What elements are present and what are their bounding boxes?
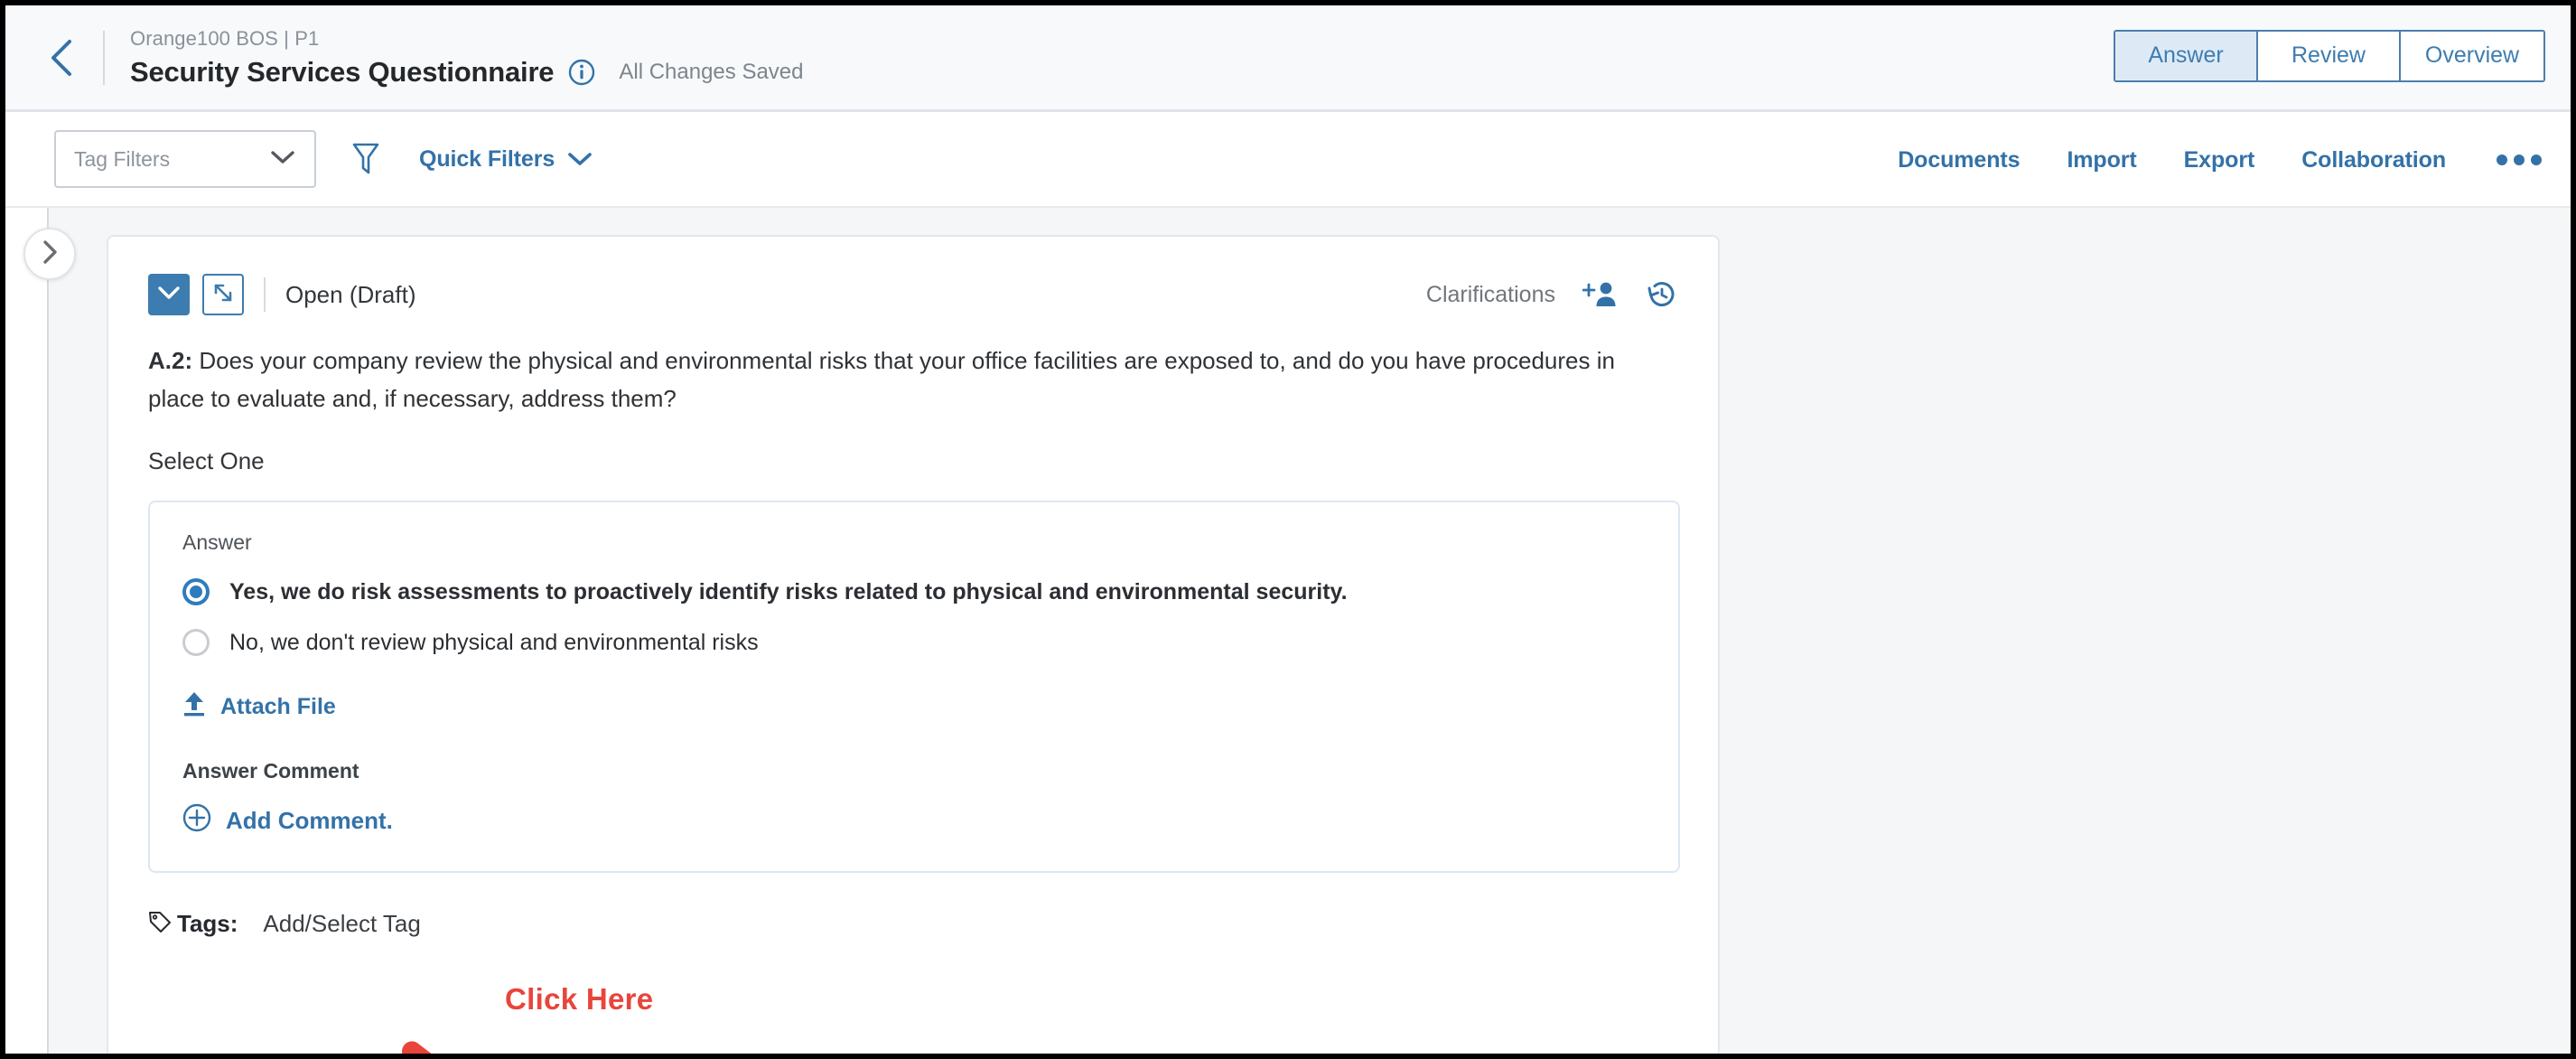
tag-filters-select[interactable]: Tag Filters <box>54 130 316 188</box>
radio-button-selected[interactable] <box>182 578 210 605</box>
funnel-filter-icon[interactable] <box>350 140 381 178</box>
chevron-left-icon <box>46 37 77 79</box>
app-header: Orange100 BOS | P1 Security Services Que… <box>5 5 2571 112</box>
tab-review[interactable]: Review <box>2258 32 2401 80</box>
answer-option-no[interactable]: No, we don't review physical and environ… <box>182 629 1646 656</box>
filter-toolbar: Tag Filters Quick Filters Documents Impo <box>5 112 2571 208</box>
toolbar-actions: Documents Import Export Collaboration <box>1898 112 2542 208</box>
quick-filters-dropdown[interactable]: Quick Filters <box>419 146 593 173</box>
export-link[interactable]: Export <box>2184 147 2255 173</box>
title-row: Security Services Questionnaire All Chan… <box>130 55 804 89</box>
tags-row: Tags: Add/Select Tag <box>148 909 1678 974</box>
info-circle-icon[interactable] <box>568 59 595 86</box>
back-button[interactable] <box>36 33 87 83</box>
answer-option-yes[interactable]: Yes, we do risk assessments to proactive… <box>182 578 1646 605</box>
import-link[interactable]: Import <box>2067 147 2136 173</box>
answer-box: Answer Yes, we do risk assessments to pr… <box>148 501 1680 873</box>
radio-button-unselected[interactable] <box>182 629 210 656</box>
question-number: A.2: <box>148 347 192 374</box>
attach-file-label: Attach File <box>220 693 336 720</box>
title-block: Orange100 BOS | P1 Security Services Que… <box>130 26 804 89</box>
attach-file-button[interactable]: Attach File <box>182 690 1646 722</box>
expand-question-button[interactable] <box>202 274 244 315</box>
chevron-down-icon <box>157 286 181 305</box>
history-clock-icon[interactable] <box>1646 279 1678 310</box>
upload-icon <box>182 690 206 722</box>
view-mode-tabs: Answer Review Overview <box>2114 30 2545 82</box>
select-instruction: Select One <box>148 446 1678 475</box>
question-card-header: Open (Draft) Clarifications <box>148 273 1678 316</box>
save-status: All Changes Saved <box>619 55 803 89</box>
question-status: Open (Draft) <box>285 280 416 309</box>
header-separator <box>264 277 266 312</box>
page-title: Security Services Questionnaire <box>130 55 554 89</box>
add-person-icon[interactable] <box>1582 280 1619 309</box>
content-area: Open (Draft) Clarifications <box>5 208 2571 1057</box>
left-rail <box>5 208 49 1057</box>
clarifications-label: Clarifications <box>1426 281 1555 308</box>
expand-diagonal-icon <box>210 280 236 310</box>
question-body: Does your company review the physical an… <box>148 347 1615 412</box>
sidebar-expand-button[interactable] <box>23 228 76 280</box>
breadcrumb: Orange100 BOS | P1 <box>130 26 804 52</box>
chevron-down-icon <box>567 151 593 167</box>
collapse-question-button[interactable] <box>148 274 190 315</box>
quick-filters-label: Quick Filters <box>419 146 555 173</box>
annotation-label: Click Here <box>505 982 653 1017</box>
add-select-tag-button[interactable]: Add/Select Tag <box>263 909 420 938</box>
tag-icon <box>148 910 172 938</box>
plus-circle-icon <box>182 803 211 837</box>
clarifications-group: Clarifications <box>1426 279 1678 310</box>
add-comment-label: Add Comment. <box>226 806 393 835</box>
answer-comment-label: Answer Comment <box>182 758 1646 783</box>
collaboration-link[interactable]: Collaboration <box>2301 147 2446 173</box>
answer-option-no-label: No, we don't review physical and environ… <box>229 629 759 656</box>
question-card: Open (Draft) Clarifications <box>107 235 1720 1057</box>
ellipsis-icon[interactable] <box>2497 155 2542 165</box>
header-divider <box>103 31 105 85</box>
tag-filters-placeholder: Tag Filters <box>74 146 170 172</box>
documents-link[interactable]: Documents <box>1898 147 2020 173</box>
tab-answer[interactable]: Answer <box>2115 32 2258 80</box>
tab-overview[interactable]: Overview <box>2401 32 2543 80</box>
question-text: A.2: Does your company review the physic… <box>148 342 1666 417</box>
tags-label: Tags: <box>177 909 238 938</box>
chevron-down-icon <box>269 146 296 172</box>
chevron-right-icon <box>40 239 60 270</box>
add-comment-button[interactable]: Add Comment. <box>182 803 1646 837</box>
app-screenshot: Orange100 BOS | P1 Security Services Que… <box>0 0 2576 1059</box>
answer-section-label: Answer <box>182 530 1646 555</box>
answer-option-yes-label: Yes, we do risk assessments to proactive… <box>229 578 1348 605</box>
